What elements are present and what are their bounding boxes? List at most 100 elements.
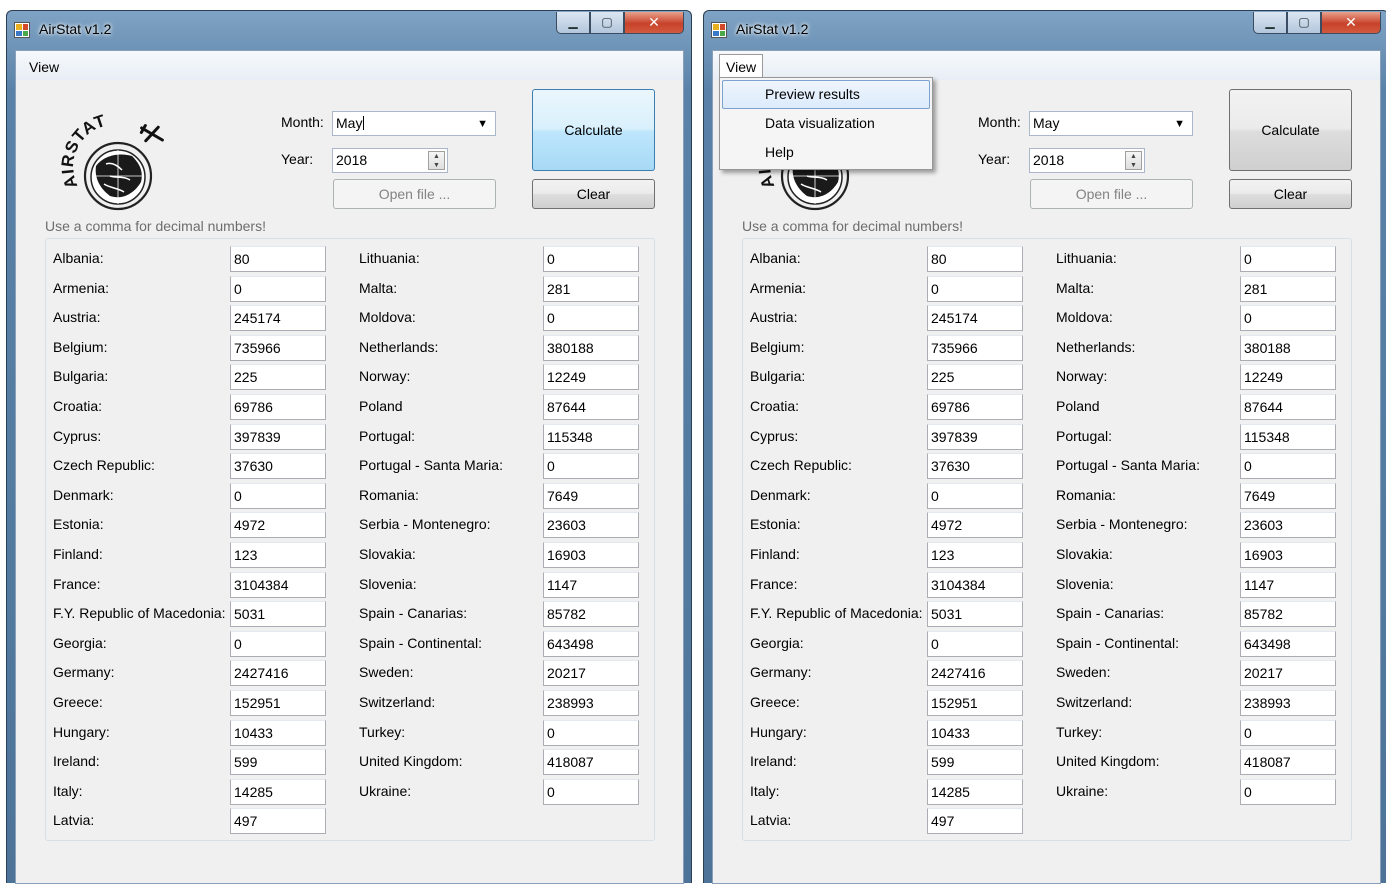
country-value-input[interactable]: 69786	[230, 394, 326, 420]
country-value-input[interactable]: 245174	[927, 305, 1023, 332]
country-value-input[interactable]: 2427416	[927, 660, 1023, 687]
country-value-input[interactable]: 397839	[230, 423, 326, 450]
country-value-input[interactable]: 380188	[1240, 334, 1336, 361]
country-value-input[interactable]: 87644	[1240, 394, 1336, 420]
country-value-input[interactable]: 497	[230, 808, 326, 835]
country-value-input[interactable]: 281	[543, 275, 639, 302]
country-value-input[interactable]: 0	[927, 630, 1023, 657]
country-value-input[interactable]: 152951	[230, 690, 326, 716]
country-value-input[interactable]: 7649	[1240, 482, 1336, 509]
country-value-input[interactable]: 0	[927, 275, 1023, 302]
spin-down-icon[interactable]: ▼	[429, 161, 444, 170]
country-value-input[interactable]: 12249	[1240, 364, 1336, 391]
country-value-input[interactable]: 23603	[543, 512, 639, 539]
country-value-input[interactable]: 735966	[230, 334, 326, 361]
calculate-button[interactable]: Calculate	[532, 89, 655, 171]
spin-up-icon[interactable]: ▲	[1126, 152, 1141, 161]
clear-button[interactable]: Clear	[1229, 179, 1352, 209]
country-value-input[interactable]: 0	[543, 778, 639, 805]
country-value-input[interactable]: 123	[230, 542, 326, 568]
title-bar[interactable]: AirStat v1.2 ▁ ▢ ✕	[704, 11, 1386, 49]
country-value-input[interactable]: 0	[543, 453, 639, 480]
country-value-input[interactable]: 238993	[1240, 690, 1336, 716]
country-value-input[interactable]: 16903	[1240, 542, 1336, 568]
country-value-input[interactable]: 3104384	[927, 571, 1023, 598]
country-value-input[interactable]: 599	[230, 749, 326, 776]
country-value-input[interactable]: 115348	[1240, 423, 1336, 450]
country-value-input[interactable]: 418087	[1240, 749, 1336, 776]
country-value-input[interactable]: 0	[230, 630, 326, 657]
country-value-input[interactable]: 4972	[230, 512, 326, 539]
country-value-input[interactable]: 643498	[1240, 630, 1336, 657]
country-value-input[interactable]: 245174	[230, 305, 326, 332]
country-value-input[interactable]: 380188	[543, 334, 639, 361]
country-value-input[interactable]: 85782	[1240, 601, 1336, 628]
country-value-input[interactable]: 80	[230, 246, 326, 272]
menu-view[interactable]: View	[719, 54, 764, 78]
spin-down-icon[interactable]: ▼	[1126, 161, 1141, 170]
minimize-button[interactable]: ▁	[1253, 12, 1287, 34]
country-value-input[interactable]: 5031	[927, 601, 1023, 628]
country-value-input[interactable]: 20217	[1240, 660, 1336, 687]
spinner-buttons[interactable]: ▲ ▼	[1125, 151, 1142, 170]
country-value-input[interactable]: 23603	[1240, 512, 1336, 539]
country-value-input[interactable]: 7649	[543, 482, 639, 509]
spin-up-icon[interactable]: ▲	[429, 152, 444, 161]
country-value-input[interactable]: 225	[230, 364, 326, 391]
country-value-input[interactable]: 0	[1240, 246, 1336, 272]
country-value-input[interactable]: 397839	[927, 423, 1023, 450]
country-value-input[interactable]: 0	[543, 246, 639, 272]
year-spinner[interactable]: 2018 ▲ ▼	[1029, 148, 1145, 173]
country-value-input[interactable]: 3104384	[230, 571, 326, 598]
country-value-input[interactable]: 225	[927, 364, 1023, 391]
country-value-input[interactable]: 497	[927, 808, 1023, 835]
month-combobox[interactable]: May ▼	[332, 111, 496, 136]
maximize-button[interactable]: ▢	[590, 12, 624, 34]
country-value-input[interactable]: 1147	[543, 571, 639, 598]
country-value-input[interactable]: 12249	[543, 364, 639, 391]
country-value-input[interactable]: 0	[1240, 305, 1336, 332]
country-value-input[interactable]: 87644	[543, 394, 639, 420]
country-value-input[interactable]: 0	[230, 482, 326, 509]
spinner-buttons[interactable]: ▲ ▼	[428, 151, 445, 170]
country-value-input[interactable]: 14285	[927, 778, 1023, 805]
country-value-input[interactable]: 85782	[543, 601, 639, 628]
country-value-input[interactable]: 238993	[543, 690, 639, 716]
country-value-input[interactable]: 1147	[1240, 571, 1336, 598]
minimize-button[interactable]: ▁	[556, 12, 590, 34]
country-value-input[interactable]: 0	[1240, 778, 1336, 805]
menu-item-help[interactable]: Help	[722, 138, 930, 167]
country-value-input[interactable]: 0	[230, 275, 326, 302]
country-value-input[interactable]: 4972	[927, 512, 1023, 539]
country-value-input[interactable]: 0	[543, 719, 639, 746]
country-value-input[interactable]: 10433	[927, 719, 1023, 746]
close-button[interactable]: ✕	[624, 12, 684, 34]
country-value-input[interactable]: 10433	[230, 719, 326, 746]
country-value-input[interactable]: 123	[927, 542, 1023, 568]
month-combobox[interactable]: May ▼	[1029, 111, 1193, 136]
open-file-button[interactable]: Open file ...	[1030, 179, 1193, 209]
country-value-input[interactable]: 16903	[543, 542, 639, 568]
maximize-button[interactable]: ▢	[1287, 12, 1321, 34]
country-value-input[interactable]: 0	[1240, 719, 1336, 746]
country-value-input[interactable]: 37630	[230, 453, 326, 480]
country-value-input[interactable]: 80	[927, 246, 1023, 272]
country-value-input[interactable]: 0	[1240, 453, 1336, 480]
country-value-input[interactable]: 599	[927, 749, 1023, 776]
country-value-input[interactable]: 418087	[543, 749, 639, 776]
menu-item-data-visualization[interactable]: Data visualization	[722, 109, 930, 138]
year-spinner[interactable]: 2018 ▲ ▼	[332, 148, 448, 173]
menu-view[interactable]: View	[22, 54, 66, 78]
country-value-input[interactable]: 281	[1240, 275, 1336, 302]
country-value-input[interactable]: 152951	[927, 690, 1023, 716]
country-value-input[interactable]: 37630	[927, 453, 1023, 480]
country-value-input[interactable]: 14285	[230, 778, 326, 805]
country-value-input[interactable]: 0	[543, 305, 639, 332]
calculate-button[interactable]: Calculate	[1229, 89, 1352, 171]
country-value-input[interactable]: 735966	[927, 334, 1023, 361]
clear-button[interactable]: Clear	[532, 179, 655, 209]
country-value-input[interactable]: 2427416	[230, 660, 326, 687]
menu-item-preview-results[interactable]: Preview results	[722, 80, 930, 109]
country-value-input[interactable]: 115348	[543, 423, 639, 450]
open-file-button[interactable]: Open file ...	[333, 179, 496, 209]
